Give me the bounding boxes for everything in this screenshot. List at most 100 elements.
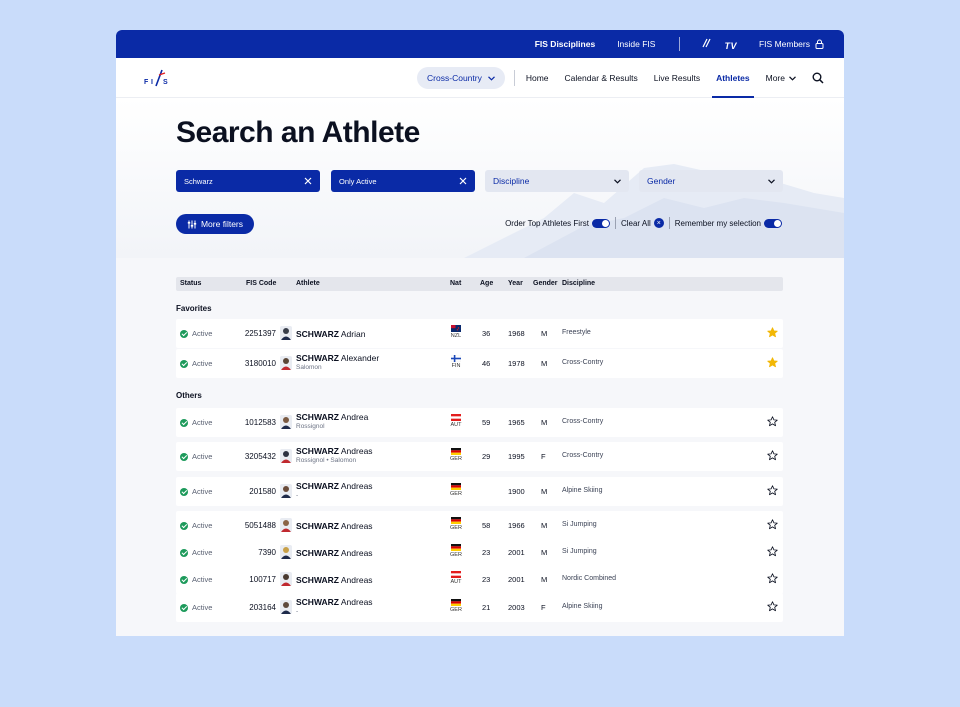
nationality-cell: AUT <box>450 414 462 428</box>
header-athlete[interactable]: Athlete <box>296 280 320 287</box>
athlete-last-name: SCHWARZ <box>296 412 339 422</box>
nationality-cell: GER <box>450 483 462 497</box>
nationality-code: GER <box>450 491 462 497</box>
nationality-code: GER <box>450 456 462 462</box>
nationality-cell: AUT <box>450 571 462 585</box>
discipline-cell: Freestyle <box>562 329 591 336</box>
athlete-name[interactable]: SCHWARZ Andreas Rossignol • Salomon <box>296 446 373 464</box>
table-row[interactable]: Active 2251397 SCHWARZ Adrian NZL 36 1968 M Fre… <box>176 319 783 348</box>
header-discipline[interactable]: Discipline <box>562 280 595 287</box>
remember-toggle[interactable] <box>764 218 782 228</box>
flag-icon <box>451 544 461 551</box>
discipline-cell: Si Jumping <box>562 548 597 555</box>
athlete-sponsor: Rossignol • Salomon <box>296 457 357 464</box>
chevron-down-icon <box>768 178 775 184</box>
search-name-field[interactable]: Schwarz <box>176 170 320 192</box>
header-status[interactable]: Status <box>180 280 201 287</box>
close-icon[interactable] <box>304 177 312 185</box>
inside-fis-link[interactable]: Inside FIS <box>617 39 655 49</box>
fis-code: 203164 <box>249 603 276 612</box>
star-icon[interactable] <box>767 327 778 338</box>
athlete-name[interactable]: SCHWARZ Andrea Rossignol <box>296 412 368 430</box>
fis-members-link[interactable]: FIS Members <box>759 39 824 49</box>
athlete-first-name: Andreas <box>340 481 373 491</box>
discipline-selector[interactable]: Cross-Country <box>417 67 505 89</box>
year-cell: 1900 <box>508 487 525 496</box>
age-cell: 23 <box>482 548 491 557</box>
active-status-icon <box>180 548 188 557</box>
fis-code: 100717 <box>249 575 276 584</box>
table-row[interactable]: Active 7390 SCHWARZ Andreas GER 23 2001 M Si Ju… <box>176 538 783 567</box>
star-icon[interactable] <box>767 601 778 612</box>
others-heading: Others <box>176 391 202 400</box>
order-top-toggle[interactable] <box>591 218 610 228</box>
fis-disciplines-link[interactable]: FIS Disciplines <box>535 39 595 49</box>
age-cell: 58 <box>482 521 491 530</box>
status-filter-value: Only Active <box>339 176 377 186</box>
year-cell: 1968 <box>508 329 525 338</box>
nav-live-results[interactable]: Live Results <box>654 58 700 98</box>
header-year[interactable]: Year <box>508 280 523 287</box>
athlete-name[interactable]: SCHWARZ Andreas <box>296 548 373 558</box>
athlete-name[interactable]: SCHWARZ Andreas <box>296 521 373 531</box>
gender-cell: M <box>541 487 548 496</box>
star-icon[interactable] <box>767 573 778 584</box>
nav-calendar-results[interactable]: Calendar & Results <box>565 58 638 98</box>
table-row[interactable]: Active 203164 SCHWARZ Andreas - GER 21 2003 F Al… <box>176 593 783 622</box>
active-status-icon <box>180 329 188 338</box>
gender-cell: F <box>541 452 546 461</box>
fis-logo[interactable]: F I S <box>142 67 172 89</box>
fis-code: 1012583 <box>244 418 276 427</box>
status-label: Active <box>192 418 213 427</box>
star-icon[interactable] <box>767 450 778 461</box>
star-icon[interactable] <box>767 485 778 496</box>
header-age[interactable]: Age <box>480 280 493 287</box>
star-icon[interactable] <box>767 357 778 368</box>
age-cell: 59 <box>482 418 491 427</box>
header-nat[interactable]: Nat <box>450 280 461 287</box>
table-row[interactable]: Active 3205432 SCHWARZ Andreas Rossignol • … <box>176 442 783 471</box>
table-header: Status FIS Code Athlete Nat Age Year Gen… <box>176 277 783 291</box>
athlete-photo-icon <box>280 449 292 463</box>
nav-home[interactable]: Home <box>526 58 549 98</box>
table-row[interactable]: Active 201580 SCHWARZ Andreas - GER 1900 M Alpi… <box>176 477 783 506</box>
gender-filter[interactable]: Gender <box>639 170 783 192</box>
avatar <box>280 449 292 463</box>
header-gender[interactable]: Gender <box>533 280 558 287</box>
star-icon[interactable] <box>767 519 778 530</box>
star-icon[interactable] <box>767 416 778 427</box>
fis-tv-link[interactable]: TV <box>702 37 737 51</box>
header-fis-code[interactable]: FIS Code <box>246 280 276 287</box>
athlete-last-name: SCHWARZ <box>296 353 339 363</box>
discipline-cell: Si Jumping <box>562 521 597 528</box>
discipline-filter-label: Discipline <box>493 176 530 186</box>
table-row[interactable]: Active 5051488 SCHWARZ Andreas GER 58 1966 M Si… <box>176 511 783 540</box>
clear-all-label[interactable]: Clear All <box>621 219 651 228</box>
clear-all-icon[interactable]: × <box>653 218 664 228</box>
search-icon[interactable] <box>812 72 824 84</box>
athlete-sponsor: Rossignol <box>296 423 325 430</box>
athlete-first-name: Andreas <box>340 446 373 456</box>
athlete-name[interactable]: SCHWARZ Alexander Salomon <box>296 353 379 371</box>
year-cell: 2001 <box>508 548 525 557</box>
discipline-filter[interactable]: Discipline <box>485 170 629 192</box>
athlete-name[interactable]: SCHWARZ Andreas - <box>296 597 373 615</box>
athlete-first-name: Andrea <box>340 412 369 422</box>
table-row[interactable]: Active 100717 SCHWARZ Andreas AUT 23 2001 M Nor… <box>176 565 783 594</box>
status-filter[interactable]: Only Active <box>331 170 475 192</box>
flag-icon <box>451 414 461 421</box>
athlete-name[interactable]: SCHWARZ Andreas <box>296 575 373 585</box>
close-icon[interactable] <box>459 177 467 185</box>
athlete-name[interactable]: SCHWARZ Andreas - <box>296 481 373 499</box>
nav-athletes[interactable]: Athletes <box>712 58 754 98</box>
more-filters-button[interactable]: More filters <box>176 214 254 234</box>
nav-more[interactable]: More <box>766 73 796 83</box>
athlete-name[interactable]: SCHWARZ Adrian <box>296 329 365 339</box>
table-row[interactable]: Active 1012583 SCHWARZ Andrea Rossignol AUT 5… <box>176 408 783 437</box>
discipline-cell: Cross-Contry <box>562 359 604 366</box>
table-row[interactable]: Active 3180010 SCHWARZ Alexander Salomon FIN… <box>176 349 783 378</box>
star-icon[interactable] <box>767 546 778 557</box>
status-cell: Active <box>180 359 212 368</box>
avatar <box>280 518 292 532</box>
nationality-cell: GER <box>450 448 462 462</box>
